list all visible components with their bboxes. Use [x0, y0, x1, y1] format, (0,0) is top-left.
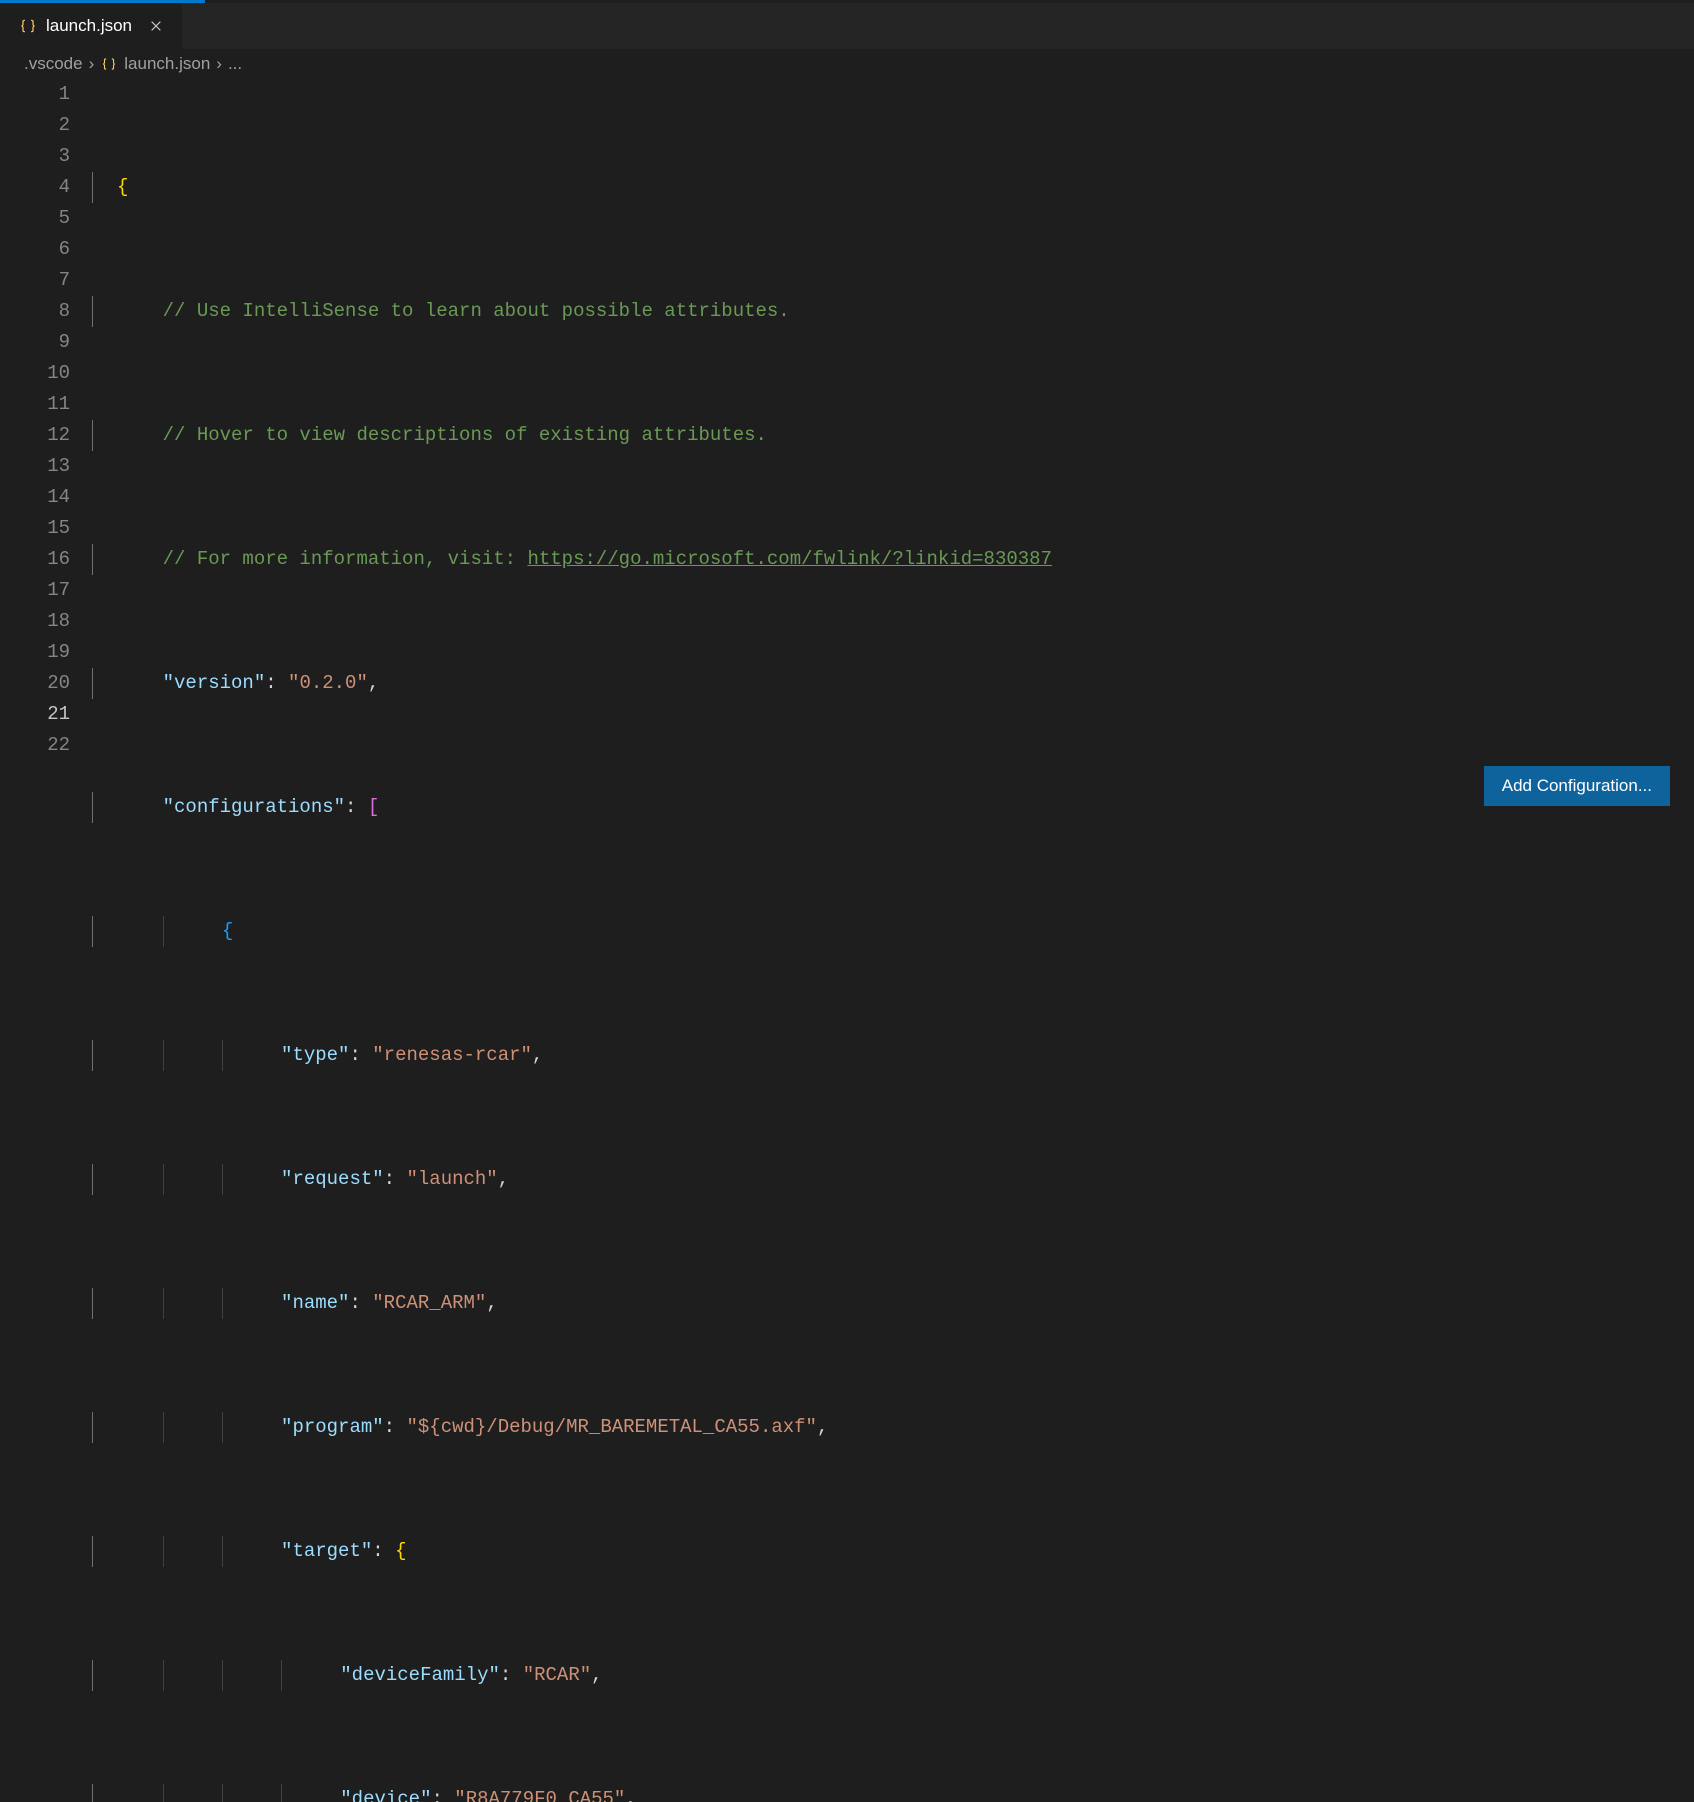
line-number: 1 [0, 79, 70, 110]
comment-link[interactable]: https://go.microsoft.com/fwlink/?linkid=… [527, 544, 1052, 575]
line-number: 7 [0, 265, 70, 296]
json-key-target: "target" [281, 1536, 372, 1567]
line-number: 2 [0, 110, 70, 141]
json-value: "0.2.0" [288, 668, 368, 699]
line-number: 16 [0, 544, 70, 575]
line-number: 22 [0, 730, 70, 761]
add-configuration-button[interactable]: Add Configuration... [1484, 766, 1670, 806]
line-number: 6 [0, 234, 70, 265]
line-number: 21 [0, 699, 70, 730]
chevron-right-icon: › [216, 54, 222, 74]
json-key-devicefamily: "deviceFamily" [340, 1660, 500, 1691]
line-number: 12 [0, 420, 70, 451]
json-value: "${cwd}/Debug/MR_BAREMETAL_CA55.axf" [406, 1412, 816, 1443]
comment: // Hover to view descriptions of existin… [163, 420, 767, 451]
line-number: 17 [0, 575, 70, 606]
bracket-open: [ [368, 792, 379, 823]
json-key-configurations: "configurations" [163, 792, 345, 823]
code-editor[interactable]: 1 2 3 4 5 6 7 8 9 10 11 12 13 14 15 16 1… [0, 79, 1694, 901]
json-key-device: "device" [340, 1784, 431, 1802]
json-braces-icon [100, 55, 118, 73]
tab-launch-json[interactable]: launch.json [0, 3, 182, 49]
line-number: 8 [0, 296, 70, 327]
line-number: 13 [0, 451, 70, 482]
close-icon[interactable] [146, 16, 166, 36]
line-number: 18 [0, 606, 70, 637]
breadcrumb-seg-more[interactable]: ... [228, 54, 242, 74]
line-number: 4 [0, 172, 70, 203]
chevron-right-icon: › [89, 54, 95, 74]
breadcrumb-seg-file[interactable]: launch.json [124, 54, 210, 74]
line-number: 3 [0, 141, 70, 172]
json-value: "RCAR_ARM" [372, 1288, 486, 1319]
json-key-version: "version" [163, 668, 266, 699]
json-value: "launch" [406, 1164, 497, 1195]
brace-open: { [395, 1536, 406, 1567]
line-number: 15 [0, 513, 70, 544]
code-content[interactable]: { // Use IntelliSense to learn about pos… [92, 79, 1694, 901]
line-number: 14 [0, 482, 70, 513]
breadcrumb-seg-vscode[interactable]: .vscode [24, 54, 83, 74]
json-key-program: "program" [281, 1412, 384, 1443]
json-key-request: "request" [281, 1164, 384, 1195]
line-number: 10 [0, 358, 70, 389]
line-number: 5 [0, 203, 70, 234]
line-number-gutter: 1 2 3 4 5 6 7 8 9 10 11 12 13 14 15 16 1… [0, 79, 92, 901]
line-number: 11 [0, 389, 70, 420]
json-value: "renesas-rcar" [372, 1040, 532, 1071]
json-key-type: "type" [281, 1040, 349, 1071]
json-value: "R8A779F0_CA55" [454, 1784, 625, 1802]
line-number: 19 [0, 637, 70, 668]
comment: // For more information, visit: [163, 544, 528, 575]
breadcrumb[interactable]: .vscode › launch.json › ... [0, 49, 1694, 79]
line-number: 20 [0, 668, 70, 699]
comment: // Use IntelliSense to learn about possi… [163, 296, 790, 327]
json-value: "RCAR" [523, 1660, 591, 1691]
brace-open: { [117, 172, 128, 203]
json-braces-icon [18, 16, 38, 36]
json-key-name: "name" [281, 1288, 349, 1319]
brace-open: { [222, 916, 233, 947]
line-number: 9 [0, 327, 70, 358]
tab-bar: launch.json [0, 3, 1694, 49]
tab-label: launch.json [46, 16, 132, 36]
